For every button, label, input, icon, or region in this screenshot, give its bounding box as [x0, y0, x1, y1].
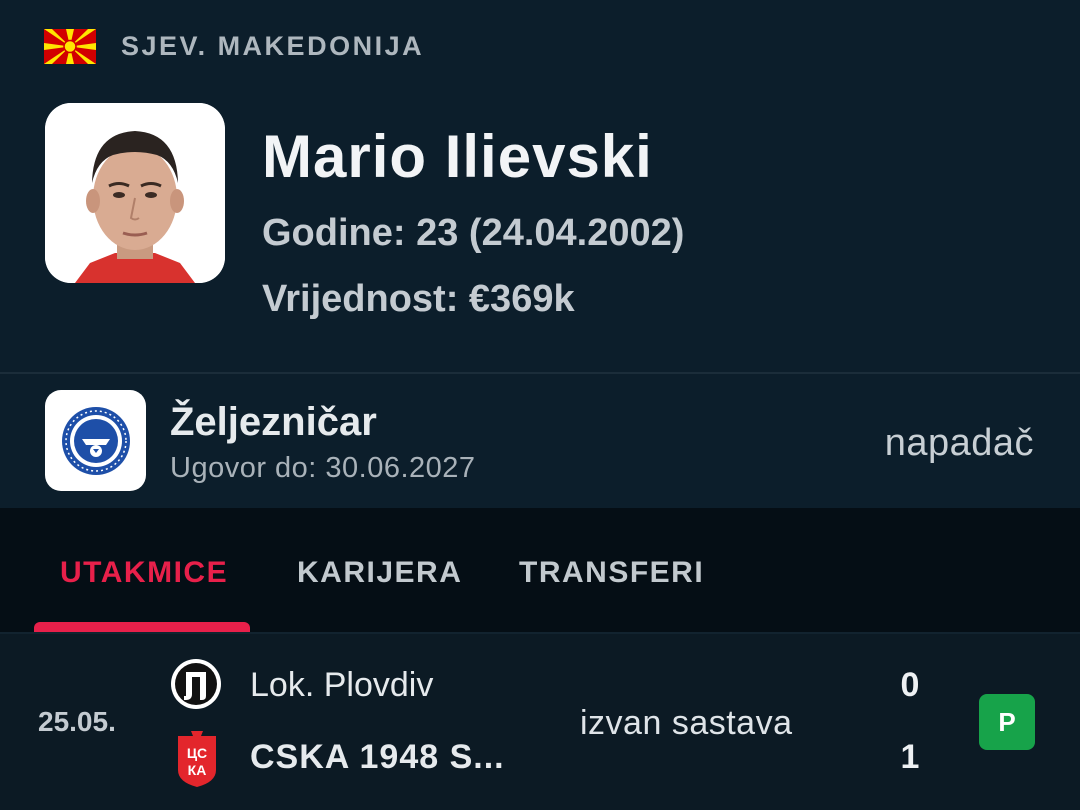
match-row[interactable]: 25.05. Lok. Plovdiv ЦС КА CSKA 1948 S...…: [0, 634, 1080, 810]
contract-until: Ugovor do: 30.06.2027: [170, 452, 476, 484]
result-badge: P: [979, 694, 1035, 750]
north-macedonia-flag-icon: [44, 28, 96, 64]
zeljeznicar-crest-icon: [45, 390, 146, 491]
tab-utakmice[interactable]: UTAKMICE: [60, 556, 228, 590]
tabs-bar: UTAKMICE KARIJERA TRANSFERI: [0, 508, 1080, 634]
player-market-value: Vrijednost: €369k: [262, 278, 575, 320]
player-header: SJEV. MAKEDONIJA Mario Ilievski Godine: …: [0, 0, 1080, 372]
tab-karijera[interactable]: KARIJERA: [297, 556, 462, 590]
player-photo: [45, 103, 225, 283]
svg-text:КА: КА: [188, 762, 207, 778]
match-date: 25.05.: [38, 706, 116, 737]
country-label: SJEV. MAKEDONIJA: [121, 30, 425, 61]
cska-1948-crest-icon: ЦС КА: [174, 730, 220, 788]
home-team-name: Lok. Plovdiv: [250, 666, 434, 704]
country-row[interactable]: SJEV. MAKEDONIJA: [44, 28, 424, 64]
club-row[interactable]: Željezničar Ugovor do: 30.06.2027 napada…: [0, 372, 1080, 508]
club-name: Željezničar: [170, 400, 377, 444]
home-score: 0: [900, 666, 920, 704]
player-position: napadač: [884, 422, 1034, 464]
player-age: Godine: 23 (24.04.2002): [262, 212, 685, 254]
away-score: 1: [900, 738, 920, 776]
away-team-name: CSKA 1948 S...: [250, 738, 505, 776]
lok-plovdiv-crest-icon: [170, 658, 222, 710]
tab-transferi[interactable]: TRANSFERI: [519, 556, 704, 590]
svg-text:ЦС: ЦС: [187, 745, 207, 761]
match-status: izvan sastava: [580, 704, 793, 742]
player-name: Mario Ilievski: [262, 123, 653, 190]
